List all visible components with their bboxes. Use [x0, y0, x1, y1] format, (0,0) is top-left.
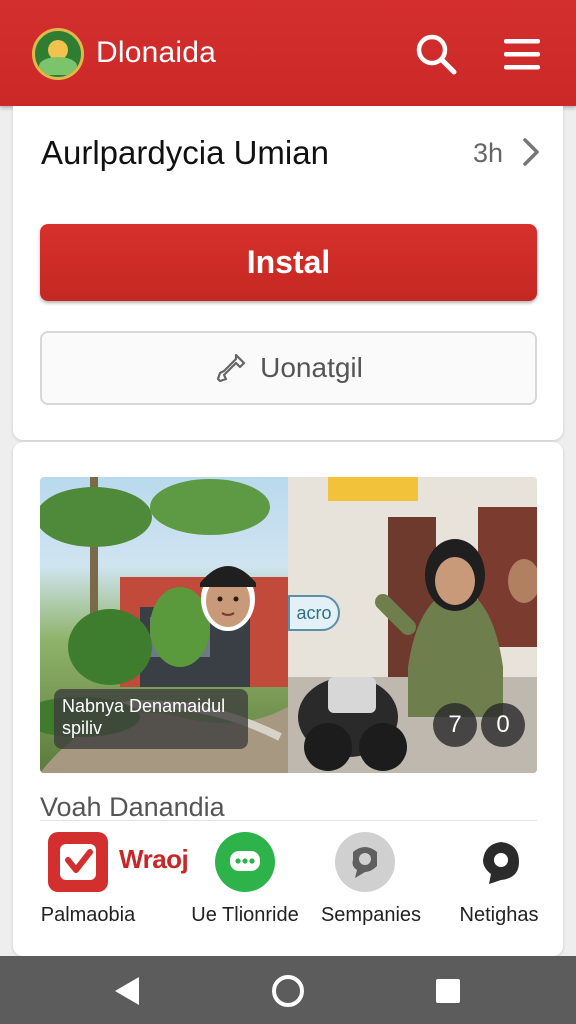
gray-chat-icon[interactable] — [335, 832, 395, 892]
home-circle-icon[interactable] — [263, 966, 313, 1016]
app-logo-icon[interactable] — [32, 28, 84, 80]
red-check-icon[interactable] — [48, 832, 108, 892]
app-label-3[interactable]: Sempanies — [307, 904, 435, 927]
person-avatar — [200, 566, 256, 631]
search-icon[interactable] — [410, 28, 462, 80]
chevron-right-icon[interactable] — [517, 136, 545, 168]
app-label-1[interactable]: Palmaobia — [29, 904, 147, 927]
brand-text: Wraoj — [119, 844, 189, 874]
section-title: Voah Danandia — [40, 792, 225, 822]
badge-a[interactable]: 7 — [433, 703, 477, 747]
back-triangle-icon[interactable] — [103, 966, 153, 1016]
app-bar: Dlonaida — [0, 0, 576, 106]
secondary-button-label: Uonatgil — [260, 352, 363, 383]
app-info-card: Aurlpardycia Umian 3h Instal Uonatgil — [13, 106, 563, 440]
caption-overlay: Nabnya Denamaidul spiliv — [54, 689, 248, 749]
screenshot-garden[interactable]: Nabnya Denamaidul spiliv — [40, 477, 288, 773]
app-label-4[interactable]: Netighas — [445, 904, 553, 927]
hamburger-menu-icon[interactable] — [496, 28, 548, 80]
update-age: 3h — [473, 138, 504, 168]
app-label-2[interactable]: Ue Tlionride — [177, 904, 313, 927]
badge-b[interactable]: 0 — [481, 703, 525, 747]
caption-line2: spiliv — [62, 718, 103, 738]
secondary-button[interactable]: Uonatgil — [40, 331, 537, 405]
logo-hill — [39, 57, 77, 75]
app-title: Dlonaida — [96, 36, 217, 69]
section-divider — [40, 820, 537, 821]
system-nav-bar — [0, 956, 576, 1024]
overlay-tag: acro — [288, 595, 340, 631]
caption-line1: Nabnya Denamaidul — [62, 696, 226, 716]
media-card: Nabnya Denamaidul spiliv acro 7 0 Voah D… — [13, 442, 563, 956]
screenshot-gallery[interactable]: Nabnya Denamaidul spiliv acro 7 0 — [40, 477, 537, 773]
screenshot-street[interactable]: acro 7 0 — [288, 477, 537, 773]
recents-square-icon[interactable] — [423, 966, 473, 1016]
app-name: Aurlpardycia Umian — [41, 134, 329, 171]
dark-chat-icon[interactable] — [471, 832, 531, 892]
green-chat-icon[interactable] — [215, 832, 275, 892]
install-button[interactable]: Instal — [40, 224, 537, 301]
tools-icon — [217, 353, 246, 383]
